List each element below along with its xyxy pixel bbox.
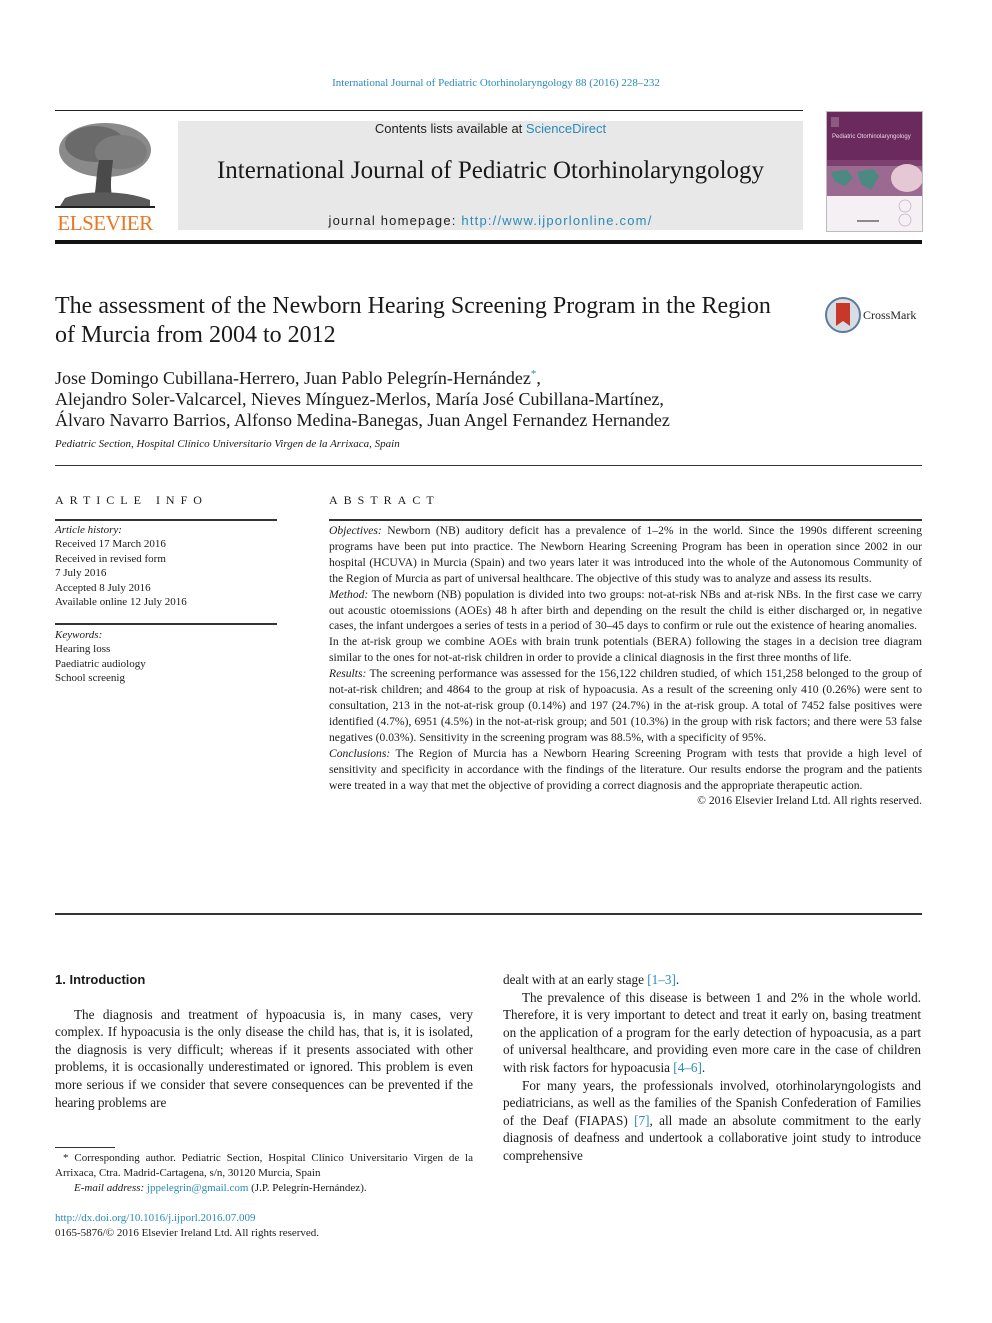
keyword-item: Hearing loss [55, 643, 111, 656]
history-item: Available online 12 July 2016 [55, 596, 187, 609]
homepage-prefix: journal homepage: [328, 213, 462, 228]
authors-line-2: Alejandro Soler-Valcarcel, Nieves Míngue… [55, 389, 664, 409]
contents-prefix: Contents lists available at [374, 121, 526, 136]
journal-title: International Journal of Pediatric Otorh… [216, 157, 765, 184]
header-bottom-rule [55, 240, 922, 244]
journal-citation-link[interactable]: International Journal of Pediatric Otorh… [0, 77, 992, 89]
abstract-rule [329, 519, 922, 521]
author-list: Jose Domingo Cubillana-Herrero, Juan Pab… [55, 364, 815, 431]
method-label: Method: [329, 587, 369, 601]
doi-block: http://dx.doi.org/10.1016/j.ijporl.2016.… [55, 1211, 473, 1241]
article-info-rule [55, 519, 277, 521]
footnote-rule [55, 1147, 115, 1148]
abstract-results: Results: The screening performance was a… [329, 666, 922, 746]
intro-paragraph-3: For many years, the professionals involv… [503, 1077, 921, 1165]
reference-link[interactable]: [1–3] [647, 972, 676, 987]
results-text: The screening performance was assessed f… [329, 667, 922, 744]
abstract-method-2: In the at-risk group we combine AOEs wit… [329, 635, 922, 665]
paragraph-text: dealt with at an early stage [503, 972, 648, 987]
keywords-label: Keywords: [55, 629, 103, 641]
email-link[interactable]: jppelegrin@gmail.com [147, 1182, 248, 1194]
article-info-heading: ARTICLE INFO [55, 493, 208, 507]
abstract-bottom-rule [55, 913, 922, 915]
affiliation: Pediatric Section, Hospital Clínico Univ… [55, 438, 400, 450]
journal-header-box: Contents lists available at ScienceDirec… [178, 121, 803, 230]
affiliation-rule [55, 465, 922, 466]
abstract-conclusions: Conclusions: The Region of Murcia has a … [329, 746, 922, 794]
email-owner: (J.P. Pelegrín-Hernández). [248, 1182, 367, 1194]
article-history-label: Article history: [55, 524, 122, 536]
keyword-item: Paediatric audiology [55, 657, 146, 670]
elsevier-tree-icon [55, 120, 155, 210]
contents-available-line: Contents lists available at ScienceDirec… [178, 121, 803, 136]
abstract-heading: ABSTRACT [329, 493, 440, 507]
doi-link[interactable]: http://dx.doi.org/10.1016/j.ijporl.2016.… [55, 1211, 473, 1226]
crossmark-icon [825, 297, 861, 333]
conclusions-label: Conclusions: [329, 746, 391, 760]
journal-cover-art-icon: Pediatric Otorhinolaryngology [827, 112, 922, 231]
history-item: 7 July 2016 [55, 567, 107, 580]
keywords: Keywords: Hearing loss Paediatric audiol… [55, 628, 277, 686]
body-left-column: 1. Introduction The diagnosis and treatm… [55, 971, 473, 1111]
header-top-rule [55, 110, 803, 111]
crossmark-badge[interactable]: CrossMark [825, 296, 925, 334]
objectives-text: Newborn (NB) auditory deficit has a prev… [329, 524, 922, 585]
journal-cover-image[interactable]: Pediatric Otorhinolaryngology [826, 111, 923, 232]
elsevier-logo[interactable]: ELSEVIER [55, 120, 155, 235]
reference-link[interactable]: [7] [634, 1113, 649, 1128]
authors-line-1: Jose Domingo Cubillana-Herrero, Juan Pab… [55, 364, 815, 389]
introduction-heading: 1. Introduction [55, 972, 146, 987]
cover-title: Pediatric Otorhinolaryngology [832, 134, 911, 140]
journal-homepage-line: journal homepage: http://www.ijporlonlin… [178, 213, 803, 228]
footnote: * Corresponding author. Pediatric Sectio… [55, 1151, 473, 1196]
authors-line-1-text: Jose Domingo Cubillana-Herrero, Juan Pab… [55, 368, 531, 388]
intro-paragraph-1: The diagnosis and treatment of hypoacusi… [55, 1006, 473, 1110]
crossmark-label: CrossMark [863, 308, 917, 322]
paragraph-end: . [675, 972, 680, 987]
abstract-method: Method: The newborn (NB) population is d… [329, 587, 922, 635]
elsevier-wordmark: ELSEVIER [57, 211, 153, 235]
email-label: E-mail address: [74, 1182, 147, 1194]
body-right-column: dealt with at an early stage [1–3]. The … [503, 971, 921, 1165]
abstract-body: Objectives: Newborn (NB) auditory defici… [329, 523, 922, 809]
abstract-copyright: © 2016 Elsevier Ireland Ltd. All rights … [697, 794, 922, 808]
paragraph-end: . [701, 1059, 706, 1075]
abstract-objectives: Objectives: Newborn (NB) auditory defici… [329, 523, 922, 587]
history-item: Accepted 8 July 2016 [55, 581, 151, 594]
paragraph-text: The prevalence of this disease is betwee… [503, 989, 921, 1075]
history-item: Received 17 March 2016 [55, 538, 166, 551]
email-line: E-mail address: jppelegrin@gmail.com (J.… [55, 1181, 473, 1196]
intro-paragraph-2: The prevalence of this disease is betwee… [503, 989, 921, 1077]
authors-line-1-comma: , [536, 368, 541, 388]
method-text: The newborn (NB) population is divided i… [329, 587, 922, 633]
objectives-label: Objectives: [329, 524, 382, 537]
conclusions-text: The Region of Murcia has a Newborn Heari… [329, 746, 922, 792]
sciencedirect-link[interactable]: ScienceDirect [526, 121, 606, 136]
keywords-rule [55, 623, 277, 625]
results-label: Results: [329, 667, 367, 681]
issn-copyright: 0165-5876/© 2016 Elsevier Ireland Ltd. A… [55, 1227, 320, 1239]
article-title: The assessment of the Newborn Hearing Sc… [55, 293, 771, 348]
intro-paragraph-1-cont: dealt with at an early stage [1–3]. [503, 971, 921, 989]
keyword-item: School screenig [55, 672, 125, 685]
article-history: Article history: Received 17 March 2016 … [55, 523, 277, 609]
history-item: Received in revised form [55, 552, 166, 565]
corresponding-author-note: * Corresponding author. Pediatric Sectio… [55, 1152, 473, 1179]
authors-line-3: Álvaro Navarro Barrios, Alfonso Medina-B… [55, 410, 670, 430]
reference-link[interactable]: [4–6] [673, 1060, 702, 1075]
journal-homepage-link[interactable]: http://www.ijporlonline.com/ [461, 213, 652, 228]
